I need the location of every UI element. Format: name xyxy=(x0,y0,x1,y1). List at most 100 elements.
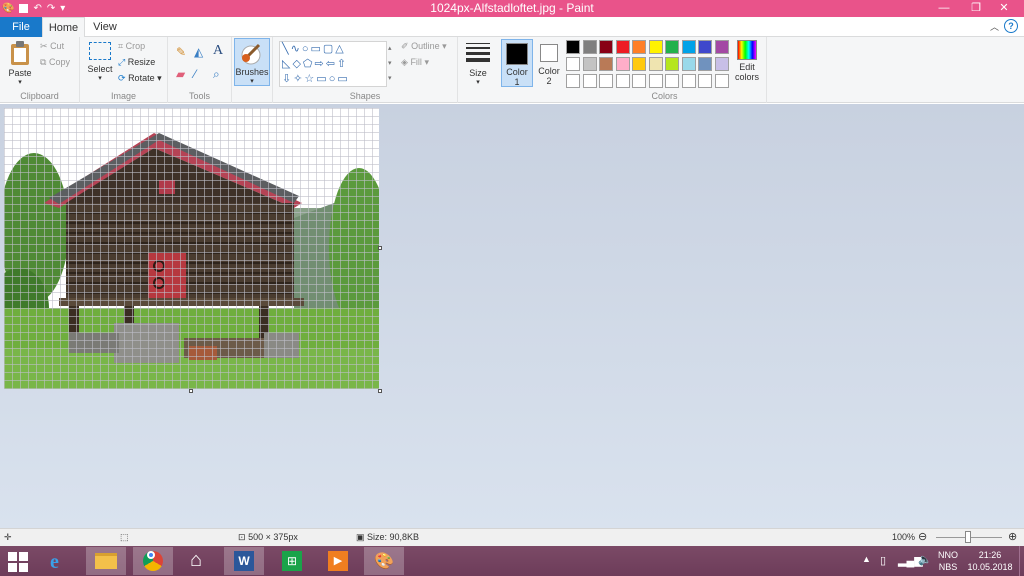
language-indicator[interactable]: NNO NBS xyxy=(938,549,958,576)
edit-colors-label-2: colors xyxy=(734,72,759,82)
paste-button[interactable]: Paste ▾ xyxy=(4,40,36,86)
start-button[interactable] xyxy=(0,547,36,575)
tab-file[interactable]: File xyxy=(0,17,42,37)
color-swatch[interactable] xyxy=(698,40,712,54)
fill-bucket-icon[interactable]: ◭ xyxy=(194,45,203,59)
colors-group: Edit colors Colors xyxy=(563,37,767,103)
outline-button[interactable]: ✐ Outline ▾ xyxy=(401,41,447,52)
resize-handle-bottom[interactable] xyxy=(189,389,193,393)
copy-button[interactable]: ⧉ Copy xyxy=(40,57,70,68)
color2-button[interactable]: Color 2 xyxy=(535,39,563,86)
clock-date: 10.05.2018 xyxy=(967,562,1013,572)
size-button[interactable]: Size ▾ xyxy=(462,41,494,86)
minimize-button[interactable]: — xyxy=(930,0,958,17)
tab-home[interactable]: Home xyxy=(42,17,85,38)
zoom-in-button[interactable]: ⊕ xyxy=(1008,530,1017,543)
brush-icon xyxy=(241,43,261,65)
minimize-ribbon-icon[interactable]: ︿ xyxy=(990,20,999,33)
color-swatch[interactable] xyxy=(566,57,580,71)
canvas-area[interactable] xyxy=(0,104,1024,528)
color-swatch[interactable] xyxy=(714,40,729,54)
color-swatch[interactable] xyxy=(599,40,613,54)
color-swatch[interactable] xyxy=(582,57,597,71)
word-icon[interactable]: W xyxy=(224,547,264,575)
color-swatch[interactable] xyxy=(632,40,646,54)
resize-handle-right[interactable] xyxy=(378,246,382,250)
clock-time: 21:26 xyxy=(978,550,1002,560)
fill-button[interactable]: ◈ Fill ▾ xyxy=(401,57,429,68)
help-icon[interactable]: ? xyxy=(1004,19,1018,33)
color-swatch[interactable] xyxy=(665,40,679,54)
copy-icon: ⧉ xyxy=(40,57,47,68)
shapes-gallery[interactable]: ╲∿○▭▢△ ◺◇⬠⇨⇦⇧ ⇩✧☆▭○▭ xyxy=(279,41,387,87)
color-swatch[interactable] xyxy=(681,74,696,88)
resize-button[interactable]: ⤢ Resize xyxy=(118,57,155,68)
cut-button[interactable]: ✂ Cut xyxy=(40,41,64,52)
close-button[interactable]: ✕ xyxy=(984,0,1024,17)
color-swatch[interactable] xyxy=(632,57,646,71)
color-swatch[interactable] xyxy=(615,57,630,71)
shapes-scroll[interactable]: ▴ ▾ ▾ xyxy=(388,41,392,86)
color-swatch[interactable] xyxy=(582,74,597,88)
outline-label: Outline xyxy=(411,41,440,51)
dimensions-text: 500 × 375px xyxy=(248,532,298,542)
color-swatch[interactable] xyxy=(714,74,729,88)
cursor-position-icon: ✛ xyxy=(4,532,12,542)
color-swatch[interactable] xyxy=(681,40,696,54)
color-swatch[interactable] xyxy=(698,57,712,71)
select-button[interactable]: Select ▾ xyxy=(85,42,115,82)
paint-taskbar-icon[interactable]: 🎨 xyxy=(364,547,404,575)
color1-number: 1 xyxy=(514,77,520,87)
color-swatch[interactable] xyxy=(665,57,679,71)
color-swatch[interactable] xyxy=(665,74,679,88)
show-hidden-icons[interactable]: ▲ xyxy=(862,554,871,576)
rotate-button[interactable]: ⟳ Rotate ▾ xyxy=(118,73,162,84)
text-tool-icon[interactable]: A xyxy=(213,43,223,59)
color2-swatch xyxy=(540,44,558,62)
internet-explorer-icon[interactable]: e xyxy=(40,547,80,575)
color-swatch[interactable] xyxy=(566,74,580,88)
show-desktop-button[interactable] xyxy=(1019,546,1024,576)
file-explorer-icon[interactable] xyxy=(86,547,126,575)
color-swatch[interactable] xyxy=(648,40,663,54)
color-picker-icon[interactable]: ⁄ xyxy=(194,67,196,81)
paste-label: Paste xyxy=(8,68,32,78)
edit-colors-button[interactable]: Edit colors xyxy=(730,40,764,82)
color-swatch[interactable] xyxy=(632,74,646,88)
color-swatch[interactable] xyxy=(599,74,613,88)
image-canvas[interactable] xyxy=(4,108,379,389)
tab-view[interactable]: View xyxy=(86,17,124,37)
color-swatch[interactable] xyxy=(599,57,613,71)
zoom-slider-thumb[interactable] xyxy=(965,531,971,543)
color-swatch[interactable] xyxy=(698,74,712,88)
cut-label: Cut xyxy=(50,41,65,51)
chrome-icon[interactable] xyxy=(133,547,173,575)
device-icon[interactable]: ▯ xyxy=(880,554,886,576)
pencil-icon[interactable]: ✎ xyxy=(176,45,186,59)
brushes-button[interactable]: Brushes ▾ xyxy=(234,38,270,86)
clock[interactable]: 21:26 10.05.2018 xyxy=(966,549,1014,576)
color-swatch[interactable] xyxy=(648,57,663,71)
resize-handle-corner[interactable] xyxy=(378,389,382,393)
color-swatch[interactable] xyxy=(582,40,597,54)
magnifier-icon[interactable]: ⌕ xyxy=(213,67,220,82)
color1-button[interactable]: Color 1 xyxy=(501,39,533,87)
crop-button[interactable]: ⌗ Crop xyxy=(118,41,145,52)
media-player-icon[interactable]: ▶ xyxy=(318,547,358,575)
color2-label: Color xyxy=(538,66,560,76)
eraser-icon[interactable]: ▰ xyxy=(176,67,185,81)
color-swatch[interactable] xyxy=(681,57,696,71)
color-swatch[interactable] xyxy=(566,40,580,54)
zoom-out-button[interactable]: ⊖ xyxy=(918,530,927,543)
selection-size-icon: ⬚ xyxy=(120,532,129,542)
color-swatch[interactable] xyxy=(615,40,630,54)
color-swatch[interactable] xyxy=(714,57,729,71)
fill-label: Fill xyxy=(410,57,422,67)
color-swatch[interactable] xyxy=(648,74,663,88)
clipboard-group-label: Clipboard xyxy=(20,91,59,101)
home-icon[interactable]: ⌂ xyxy=(180,547,220,575)
gridlines-overlay xyxy=(4,108,379,389)
color-swatch[interactable] xyxy=(615,74,630,88)
store-icon[interactable]: ⊞ xyxy=(272,547,312,575)
volume-icon[interactable]: 🔈 xyxy=(918,553,932,576)
